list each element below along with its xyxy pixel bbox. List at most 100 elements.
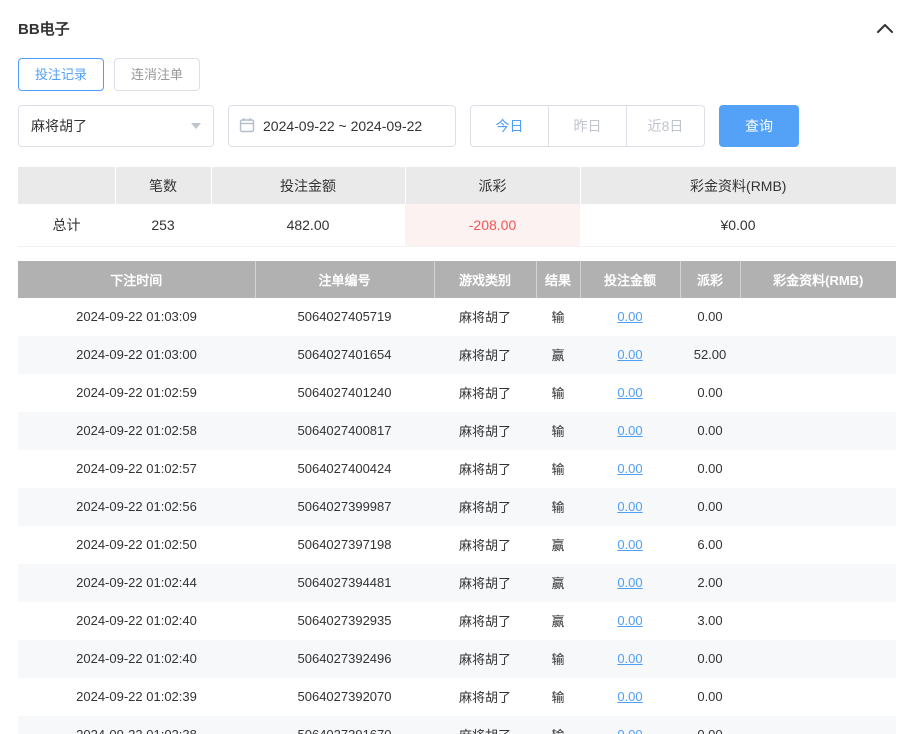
bet-time-cell: 2024-09-22 01:02:40 <box>18 640 255 678</box>
summary-header-bet-amount: 投注金额 <box>211 167 405 204</box>
bet-time-cell: 2024-09-22 01:02:59 <box>18 374 255 412</box>
table-row: 2024-09-22 01:02:445064027394481麻将胡了赢0.0… <box>18 564 896 602</box>
summary-header-empty <box>18 167 115 204</box>
bet-amount-cell: 0.00 <box>580 488 680 526</box>
records-tbody: 2024-09-22 01:03:095064027405719麻将胡了输0.0… <box>18 298 896 734</box>
game-category-cell: 麻将胡了 <box>434 488 536 526</box>
jackpot-cell <box>740 488 896 526</box>
jackpot-cell <box>740 564 896 602</box>
quick-date-group: 今日 昨日 近8日 <box>470 105 705 147</box>
bet-time-cell: 2024-09-22 01:03:00 <box>18 336 255 374</box>
game-category-cell: 麻将胡了 <box>434 564 536 602</box>
jackpot-cell <box>740 640 896 678</box>
bet-time-cell: 2024-09-22 01:02:44 <box>18 564 255 602</box>
tab-betting-records[interactable]: 投注记录 <box>18 58 104 91</box>
summary-table: 笔数 投注金额 派彩 彩金资料(RMB) 总计 253 482.00 -208.… <box>18 167 896 247</box>
bet-amount-link[interactable]: 0.00 <box>617 537 642 552</box>
jackpot-cell <box>740 526 896 564</box>
bet-amount-cell: 0.00 <box>580 602 680 640</box>
bet-amount-link[interactable]: 0.00 <box>617 575 642 590</box>
summary-total-count: 253 <box>115 204 211 246</box>
table-row: 2024-09-22 01:02:585064027400817麻将胡了输0.0… <box>18 412 896 450</box>
bet-amount-link[interactable]: 0.00 <box>617 651 642 666</box>
bet-amount-link[interactable]: 0.00 <box>617 689 642 704</box>
jackpot-cell <box>740 374 896 412</box>
bet-amount-link[interactable]: 0.00 <box>617 613 642 628</box>
bet-time-cell: 2024-09-22 01:02:56 <box>18 488 255 526</box>
payout-cell: 6.00 <box>680 526 740 564</box>
payout-cell: 0.00 <box>680 450 740 488</box>
table-row: 2024-09-22 01:02:595064027401240麻将胡了输0.0… <box>18 374 896 412</box>
payout-cell: 0.00 <box>680 298 740 336</box>
bet-amount-link[interactable]: 0.00 <box>617 423 642 438</box>
summary-total-label: 总计 <box>18 204 115 246</box>
table-row: 2024-09-22 01:02:575064027400424麻将胡了输0.0… <box>18 450 896 488</box>
bet-amount-cell: 0.00 <box>580 716 680 734</box>
yesterday-button[interactable]: 昨日 <box>548 105 627 147</box>
records-header-order-number: 注单编号 <box>255 261 434 298</box>
bet-amount-link[interactable]: 0.00 <box>617 385 642 400</box>
payout-cell: 0.00 <box>680 716 740 734</box>
bet-time-cell: 2024-09-22 01:02:39 <box>18 678 255 716</box>
bet-amount-link[interactable]: 0.00 <box>617 727 642 734</box>
bet-amount-cell: 0.00 <box>580 640 680 678</box>
collapse-button[interactable] <box>874 20 896 36</box>
records-header-bet-time: 下注时间 <box>18 261 255 298</box>
filter-bar: 麻将胡了 2024-09-22 ~ 2024-09-22 今日 昨日 近8日 查… <box>18 105 896 147</box>
game-category-cell: 麻将胡了 <box>434 526 536 564</box>
bet-amount-link[interactable]: 0.00 <box>617 309 642 324</box>
jackpot-cell <box>740 412 896 450</box>
order-number-cell: 5064027394481 <box>255 564 434 602</box>
summary-header-count: 笔数 <box>115 167 211 204</box>
result-cell: 输 <box>536 716 580 734</box>
result-cell: 赢 <box>536 336 580 374</box>
records-table: 下注时间 注单编号 游戏类别 结果 投注金额 派彩 彩金资料(RMB) 2024… <box>18 261 896 734</box>
payout-cell: 0.00 <box>680 640 740 678</box>
bet-amount-cell: 0.00 <box>580 564 680 602</box>
bet-amount-link[interactable]: 0.00 <box>617 347 642 362</box>
order-number-cell: 5064027391670 <box>255 716 434 734</box>
table-row: 2024-09-22 01:02:505064027397198麻将胡了赢0.0… <box>18 526 896 564</box>
summary-total-bet-amount: 482.00 <box>211 204 405 246</box>
game-select[interactable]: 麻将胡了 <box>18 105 214 147</box>
summary-header-payout: 派彩 <box>405 167 580 204</box>
date-range-value: 2024-09-22 ~ 2024-09-22 <box>263 118 422 134</box>
bet-time-cell: 2024-09-22 01:02:58 <box>18 412 255 450</box>
bet-amount-cell: 0.00 <box>580 336 680 374</box>
payout-cell: 0.00 <box>680 412 740 450</box>
game-category-cell: 麻将胡了 <box>434 640 536 678</box>
jackpot-cell <box>740 336 896 374</box>
jackpot-cell <box>740 678 896 716</box>
game-category-cell: 麻将胡了 <box>434 412 536 450</box>
bet-amount-cell: 0.00 <box>580 412 680 450</box>
jackpot-cell <box>740 450 896 488</box>
payout-cell: 52.00 <box>680 336 740 374</box>
calendar-icon <box>239 117 255 136</box>
chevron-up-icon <box>876 22 894 37</box>
bb-dianzi-panel: BB电子 投注记录 连消注单 麻将胡了 2024-09- <box>0 0 914 734</box>
result-cell: 输 <box>536 488 580 526</box>
summary-header-jackpot: 彩金资料(RMB) <box>580 167 896 204</box>
summary-header-row: 笔数 投注金额 派彩 彩金资料(RMB) <box>18 167 896 204</box>
bet-time-cell: 2024-09-22 01:03:09 <box>18 298 255 336</box>
order-number-cell: 5064027399987 <box>255 488 434 526</box>
order-number-cell: 5064027405719 <box>255 298 434 336</box>
today-button[interactable]: 今日 <box>470 105 549 147</box>
game-category-cell: 麻将胡了 <box>434 374 536 412</box>
bet-time-cell: 2024-09-22 01:02:40 <box>18 602 255 640</box>
order-number-cell: 5064027400817 <box>255 412 434 450</box>
table-row: 2024-09-22 01:03:095064027405719麻将胡了输 0.0… <box>18 298 896 336</box>
tab-cancelled-orders[interactable]: 连消注单 <box>114 58 200 91</box>
jackpot-cell <box>740 298 896 336</box>
date-range-picker[interactable]: 2024-09-22 ~ 2024-09-22 <box>228 105 456 147</box>
search-button[interactable]: 查询 <box>719 105 799 147</box>
result-cell: 输 <box>536 298 580 336</box>
game-category-cell: 麻将胡了 <box>434 298 536 336</box>
order-number-cell: 5064027392496 <box>255 640 434 678</box>
bet-amount-link[interactable]: 0.00 <box>617 499 642 514</box>
result-cell: 赢 <box>536 602 580 640</box>
last-8-days-button[interactable]: 近8日 <box>626 105 705 147</box>
bet-amount-link[interactable]: 0.00 <box>617 461 642 476</box>
summary-total-jackpot: ¥0.00 <box>580 204 896 246</box>
game-category-cell: 麻将胡了 <box>434 336 536 374</box>
